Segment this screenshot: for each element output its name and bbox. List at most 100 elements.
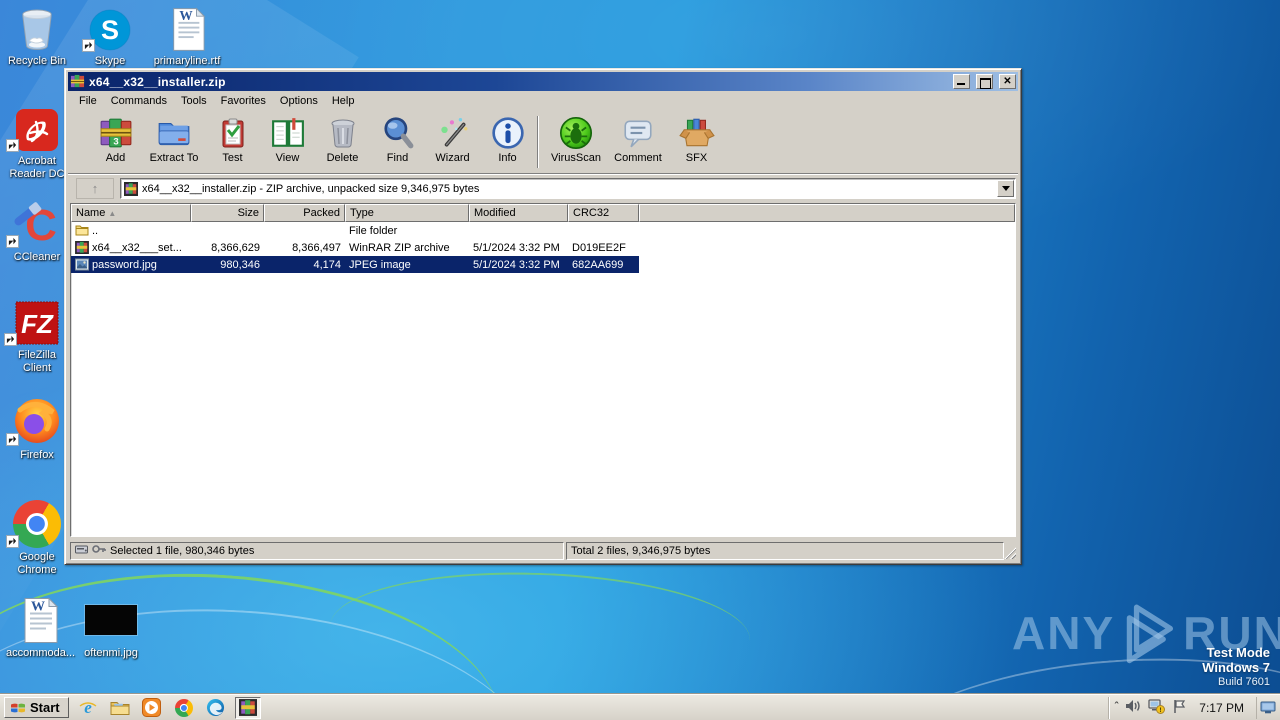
column-header-modified[interactable]: Modified xyxy=(469,204,568,222)
info-icon xyxy=(491,115,525,151)
desktop-icon-acrobat[interactable]: Acrobat Reader DC xyxy=(6,104,68,181)
column-header-packed[interactable]: Packed xyxy=(264,204,345,222)
anyrun-logo: ANY RUN xyxy=(1012,598,1280,668)
winrar-taskbar-button[interactable] xyxy=(234,696,261,719)
taskbar-clock[interactable]: 7:17 PM xyxy=(1193,701,1250,715)
ccleaner-icon: C xyxy=(6,198,68,248)
internet-explorer-icon[interactable]: e xyxy=(75,697,101,719)
comment-button[interactable]: Comment xyxy=(607,113,669,164)
sfx-button[interactable]: SFX xyxy=(669,113,724,164)
desktop-icon-label: FileZilla Client xyxy=(18,349,56,374)
menu-favorites[interactable]: Favorites xyxy=(214,93,273,109)
menu-file[interactable]: File xyxy=(72,93,104,109)
desktop-icon-firefox[interactable]: Firefox xyxy=(6,392,68,462)
menu-tools[interactable]: Tools xyxy=(174,93,214,109)
file-type: File folder xyxy=(349,224,398,237)
toolbar-label: Find xyxy=(386,152,409,164)
menu-help[interactable]: Help xyxy=(325,93,362,109)
start-button[interactable]: Start xyxy=(4,697,69,718)
resize-grip[interactable] xyxy=(1003,546,1016,559)
window-title: x64__x32__installer.zip xyxy=(89,74,226,89)
extract-to-button[interactable]: Extract To xyxy=(143,113,205,164)
media-player-icon[interactable] xyxy=(139,697,165,719)
desktop-icon-accommoda[interactable]: W accommoda... xyxy=(6,596,75,660)
table-row-zip-archive[interactable]: x64__x32___set... 8,366,629 8,366,497 Wi… xyxy=(71,239,1015,256)
action-center-flag-icon[interactable] xyxy=(1172,699,1186,717)
sort-asc-icon: ▲ xyxy=(108,209,117,218)
combobox-dropdown-icon[interactable] xyxy=(997,180,1014,197)
maximize-button[interactable] xyxy=(976,74,993,89)
trash-delete-icon xyxy=(327,115,359,151)
key-icon[interactable] xyxy=(92,544,106,557)
menu-commands[interactable]: Commands xyxy=(104,93,174,109)
file-size: 980,346 xyxy=(220,258,260,271)
close-button[interactable] xyxy=(999,74,1016,89)
wizard-button[interactable]: Wizard xyxy=(425,113,480,164)
desktop-icon-skype[interactable]: S Skype xyxy=(82,6,138,68)
skype-icon: S xyxy=(82,6,138,52)
column-header-size[interactable]: Size xyxy=(191,204,264,222)
desktop-icon-recycle-bin[interactable]: Recycle Bin xyxy=(6,6,68,68)
desktop-icon-chrome[interactable]: Google Chrome xyxy=(6,494,68,577)
column-header-name[interactable]: Name ▲ xyxy=(71,204,191,222)
anyrun-logo-any: ANY xyxy=(1012,607,1116,659)
file-crc32: 682AA699 xyxy=(572,258,624,271)
image-thumbnail xyxy=(78,596,144,644)
status-right-panel: Total 2 files, 9,346,975 bytes xyxy=(566,541,1004,560)
desktop-icon-oftenmi[interactable]: oftenmi.jpg xyxy=(78,596,144,660)
file-name: password.jpg xyxy=(92,258,157,271)
word-document-icon: W xyxy=(148,6,226,52)
title-bar[interactable]: x64__x32__installer.zip xyxy=(68,72,1018,91)
add-button[interactable]: 3 Add xyxy=(88,113,143,164)
desktop-icon-ccleaner[interactable]: C CCleaner xyxy=(6,198,68,264)
table-row-password-jpg[interactable]: password.jpg 980,346 4,174 JPEG image 5/… xyxy=(71,256,1015,273)
column-header-type[interactable]: Type xyxy=(345,204,469,222)
minimize-button[interactable] xyxy=(953,74,970,89)
address-combobox[interactable]: x64__x32__installer.zip - ZIP archive, u… xyxy=(120,178,1016,199)
shortcut-arrow-icon xyxy=(6,139,19,152)
chevron-up-icon[interactable]: ˆ xyxy=(1115,701,1119,713)
drive-icon[interactable] xyxy=(75,545,88,557)
wand-wizard-icon xyxy=(436,115,470,151)
view-button[interactable]: View xyxy=(260,113,315,164)
file-crc32: D019EE2F xyxy=(572,241,626,254)
toolbar-label: Delete xyxy=(326,152,359,164)
up-one-level-button[interactable] xyxy=(76,178,114,199)
chrome-icon xyxy=(6,494,68,548)
show-desktop-button[interactable] xyxy=(1256,696,1278,719)
desktop: Recycle Bin S Skype W primaryline.rtf Ac… xyxy=(0,0,1280,720)
anyrun-watermark: ANY RUN Test Mode Windows 7 Build 7601 xyxy=(1012,598,1280,690)
folder-icon xyxy=(75,224,89,237)
word-document-icon: W xyxy=(6,596,72,644)
info-button[interactable]: Info xyxy=(480,113,535,164)
column-header-crc32[interactable]: CRC32 xyxy=(568,204,639,222)
svg-text:W: W xyxy=(179,8,193,23)
desktop-icon-primaryline[interactable]: W primaryline.rtf xyxy=(148,6,226,68)
toolbar-label: VirusScan xyxy=(551,152,601,164)
network-warning-icon[interactable]: ! xyxy=(1148,698,1166,717)
toolbar-label: Add xyxy=(105,152,126,164)
sfx-box-icon xyxy=(678,115,715,151)
speaker-icon[interactable] xyxy=(1125,699,1141,716)
table-row-parent-dir[interactable]: .. File folder xyxy=(71,222,1015,239)
shortcut-arrow-icon xyxy=(6,235,19,248)
anyrun-logo-run: RUN xyxy=(1183,607,1280,659)
clipboard-test-icon xyxy=(217,115,249,151)
desktop-icon-label: oftenmi.jpg xyxy=(84,647,138,659)
find-button[interactable]: Find xyxy=(370,113,425,164)
desktop-icon-label: Skype xyxy=(94,55,126,67)
virus-scan-button[interactable]: VirusScan xyxy=(545,113,607,164)
desktop-icon-filezilla[interactable]: FZ FileZilla Client xyxy=(4,296,70,375)
menu-options[interactable]: Options xyxy=(273,93,325,109)
windows-logo-icon xyxy=(11,703,25,712)
magnifier-find-icon xyxy=(381,115,415,151)
explorer-folder-icon[interactable] xyxy=(107,697,133,719)
file-type: WinRAR ZIP archive xyxy=(349,241,450,254)
filezilla-icon: FZ xyxy=(4,296,70,346)
chrome-icon[interactable] xyxy=(171,697,197,719)
watermark-build: Build 7601 xyxy=(1218,676,1270,688)
test-button[interactable]: Test xyxy=(205,113,260,164)
edge-icon[interactable] xyxy=(203,697,229,719)
toolbar-label: Wizard xyxy=(435,152,470,164)
delete-button[interactable]: Delete xyxy=(315,113,370,164)
